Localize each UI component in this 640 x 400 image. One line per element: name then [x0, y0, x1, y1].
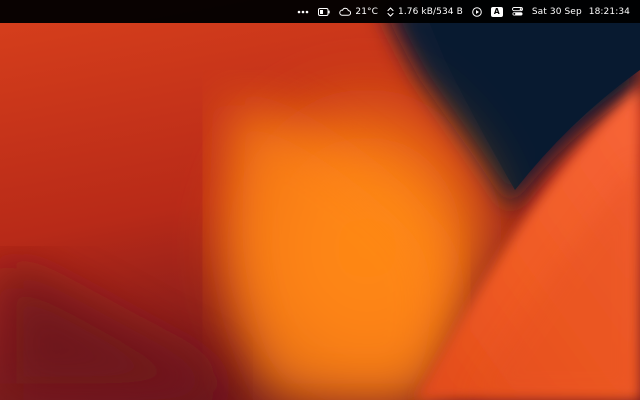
time-label: 18:21:34 [588, 6, 630, 17]
weather-widget[interactable]: 21°C [339, 0, 378, 23]
battery-icon[interactable] [318, 0, 331, 23]
cloud-icon [339, 7, 352, 16]
network-speed-label: 1.76 kB/534 B [398, 6, 463, 17]
desktop-wallpaper [0, 0, 640, 400]
input-source-badge: A [490, 6, 503, 17]
menu-bar: 21°C 1.76 kB/534 B A Sat 30 Sep 18:21:34 [0, 0, 640, 23]
date-time-clock[interactable]: Sat 30 Sep 18:21:34 [532, 0, 630, 23]
temperature-label: 21°C [355, 6, 379, 17]
up-down-arrows-icon [387, 6, 394, 17]
date-label: Sat 30 Sep [531, 6, 582, 17]
desktop: 21°C 1.76 kB/534 B A Sat 30 Sep 18:21:34 [0, 0, 640, 400]
ellipsis-icon[interactable] [297, 0, 309, 23]
control-center-icon[interactable] [511, 0, 523, 23]
network-monitor[interactable]: 1.76 kB/534 B [387, 0, 463, 23]
play-circle-icon[interactable] [472, 0, 482, 23]
input-source-indicator[interactable]: A [490, 0, 503, 23]
